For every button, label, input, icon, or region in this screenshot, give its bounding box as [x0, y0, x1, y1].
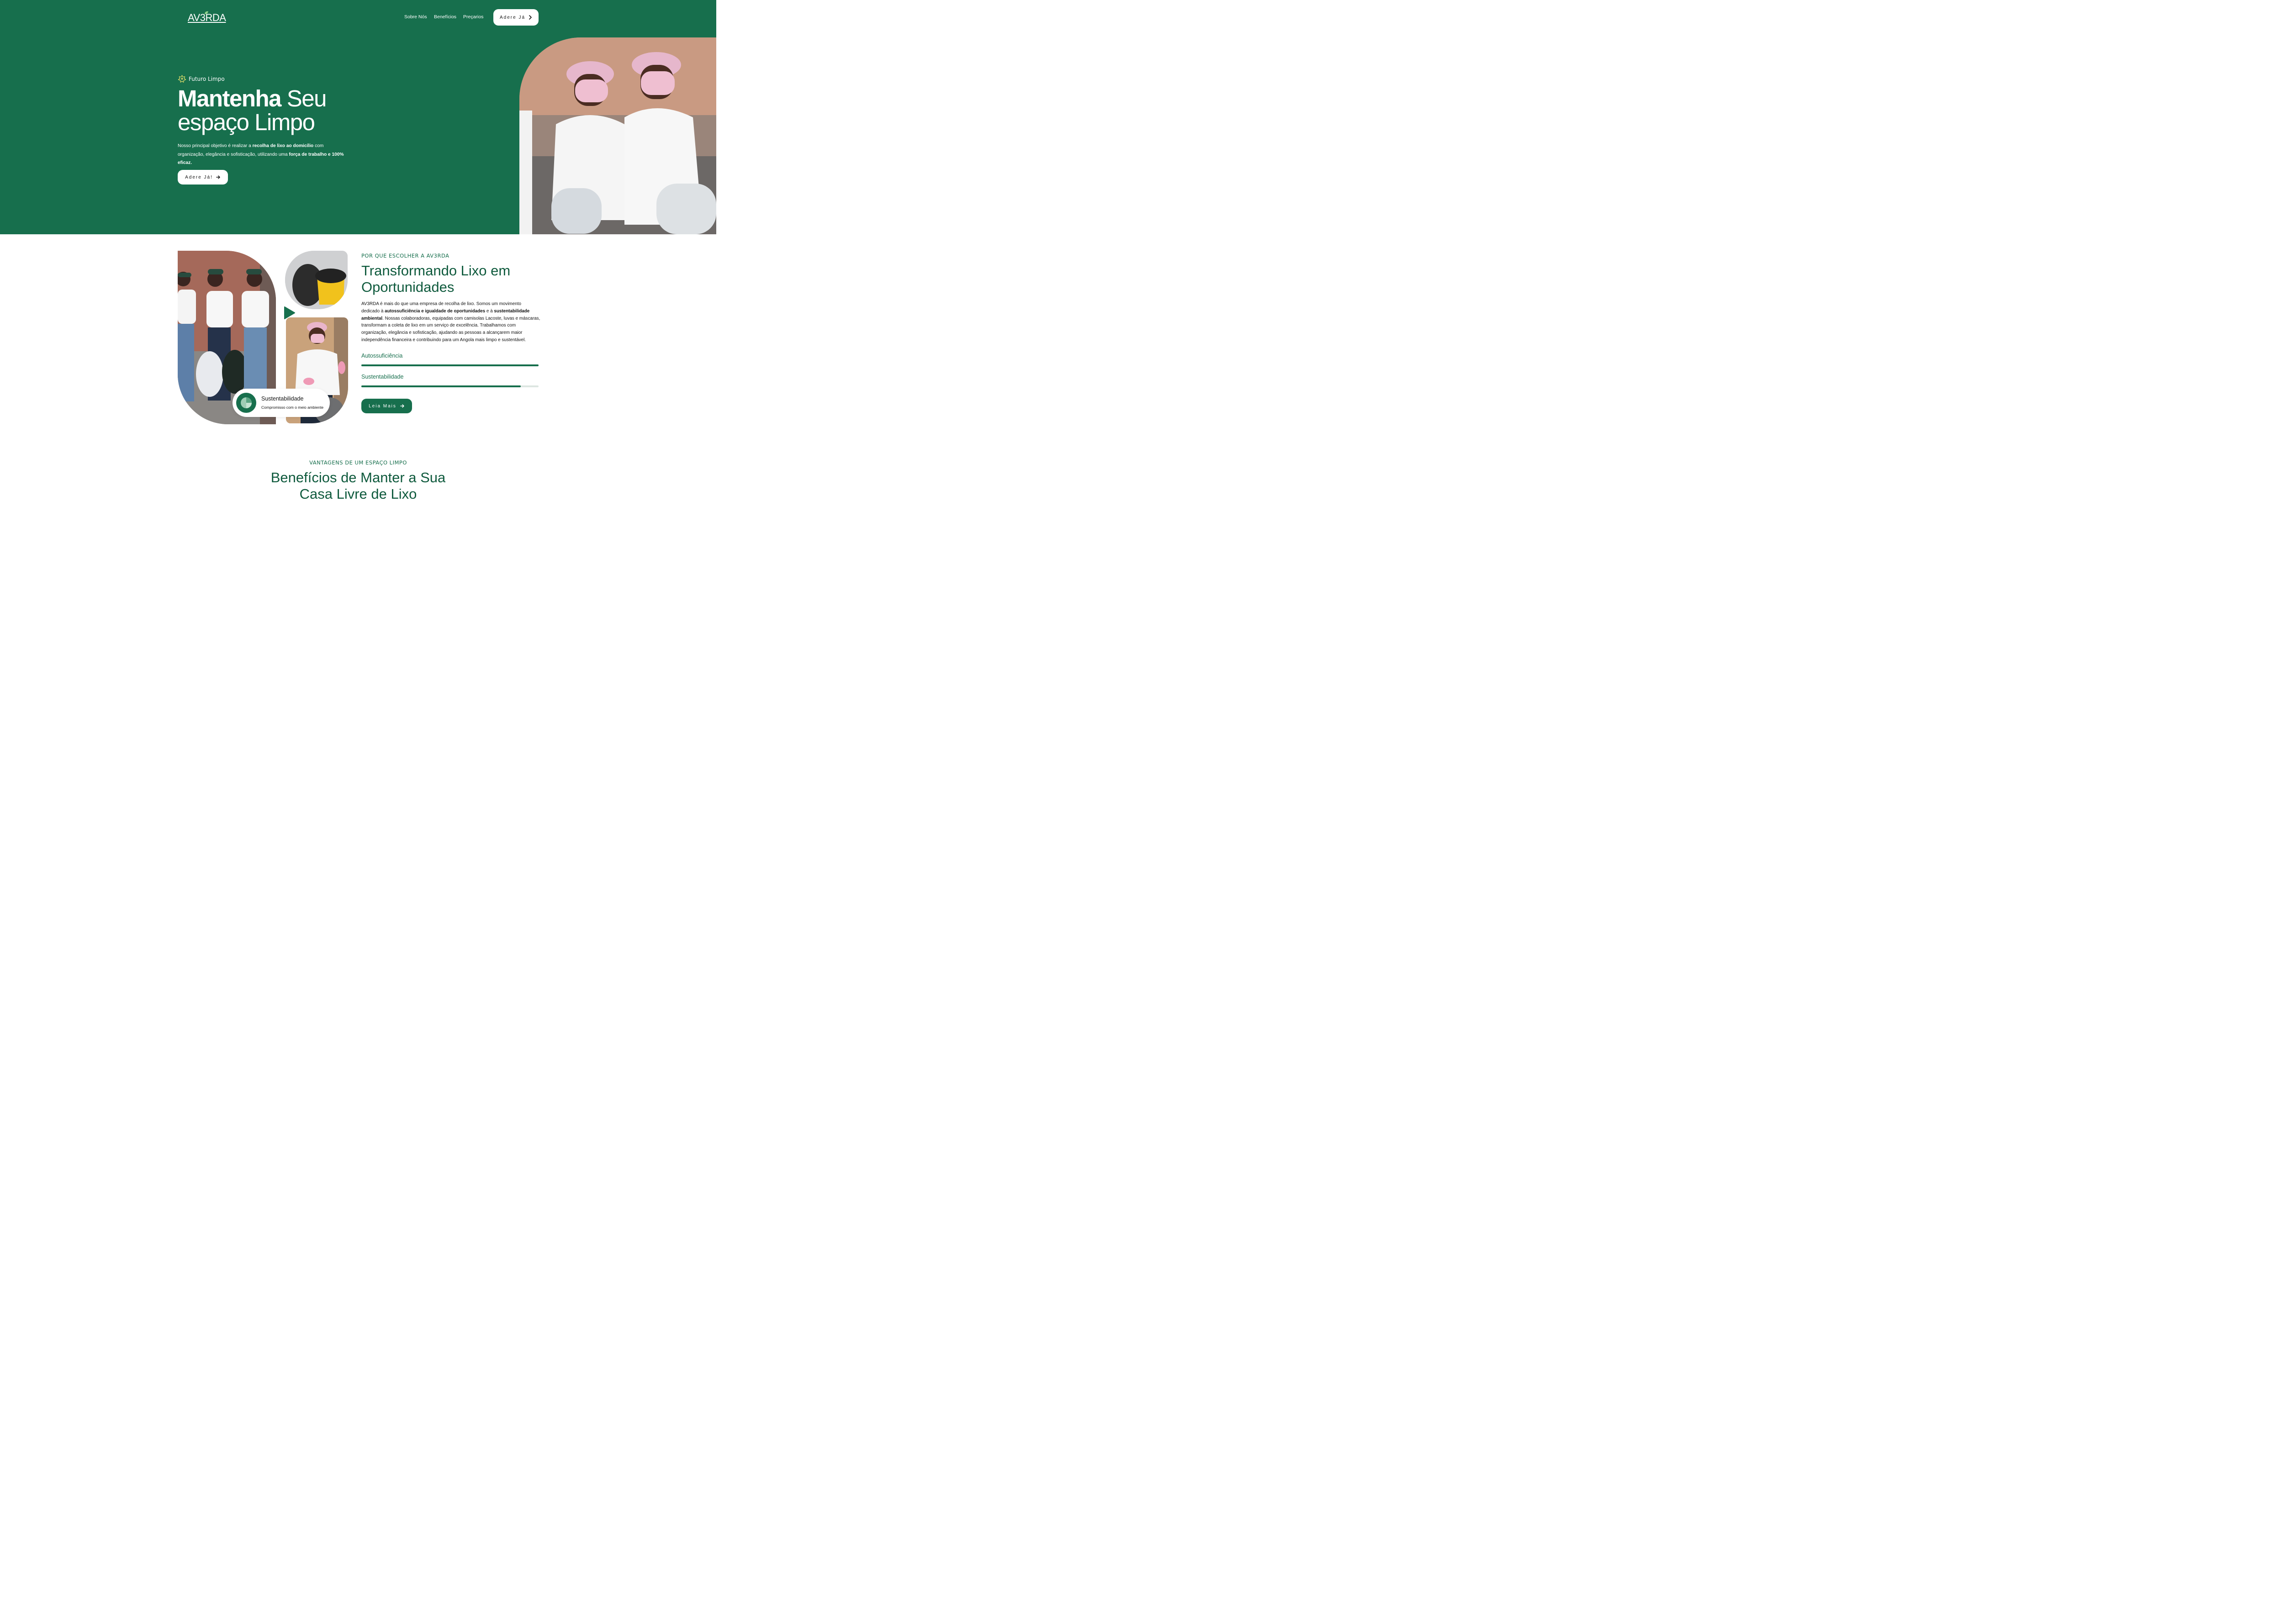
hero-photo-illustration [519, 37, 716, 234]
hero-eyebrow: Futuro Limpo [178, 74, 225, 83]
read-more-label: Leia Mais [369, 403, 397, 409]
leaf-icon [205, 11, 208, 14]
badge-subtitle: Compromisso com o meio ambiente [261, 405, 324, 410]
hero-cta-label: Adere Já! [185, 174, 213, 180]
arrow-right-icon [400, 404, 404, 408]
hero-text-bold: recolha de lixo ao domicílio [252, 143, 314, 148]
hero-title-line2: espaço Limpo [178, 109, 315, 135]
progress-fill-sustentabilidade [361, 385, 521, 387]
about-title-line1: Transformando Lixo em [361, 263, 511, 279]
progress-track-sustentabilidade [361, 385, 539, 387]
nav-beneficios[interactable]: Benefícios [434, 14, 456, 20]
nav-precarios[interactable]: Preçarios [463, 14, 483, 20]
hero-title: Mantenha Seu espaço Limpo [178, 85, 327, 135]
sparkle-badge-icon [178, 75, 186, 83]
about-text-bold: autossuficiência e igualdade de oportuni… [385, 308, 486, 314]
benefits-title: Benefícios de Manter a Sua Casa Livre de… [0, 469, 716, 502]
progress-label-autossuficiencia: Autossuficiência [361, 353, 403, 359]
hero-eyebrow-text: Futuro Limpo [189, 75, 225, 82]
badge-title: Sustentabilidade [261, 395, 304, 402]
about-text-part: . Nossas colaboradoras, equipadas com ca… [361, 316, 540, 343]
sustainability-badge: Sustentabilidade Compromisso com o meio … [233, 389, 330, 417]
logo[interactable]: AV3RDA [188, 10, 226, 26]
trash-bags-illustration [285, 251, 348, 309]
about-eyebrow: POR QUE ESCOLHER A AV3RDA [361, 253, 449, 259]
about-title: Transformando Lixo em Oportunidades [361, 263, 510, 295]
progress-track-autossuficiencia [361, 364, 539, 366]
progress-label-sustentabilidade: Sustentabilidade [361, 374, 404, 380]
chevron-right-icon [529, 15, 532, 20]
about-title-line2: Oportunidades [361, 279, 455, 295]
about-text-part: e à [485, 308, 494, 314]
benefits-title-line1: Benefícios de Manter a Sua [270, 469, 446, 485]
hero-photo [519, 37, 716, 234]
benefits-eyebrow: VANTAGENS DE UM ESPAÇO LIMPO [309, 459, 407, 466]
hero-title-bold: Mantenha [178, 85, 282, 111]
header-cta-button[interactable]: Adere Já [493, 9, 539, 26]
hero-title-rest: Seu [286, 85, 327, 111]
pie-chart-icon [241, 397, 252, 408]
benefits-title-line2: Casa Livre de Lixo [299, 486, 417, 502]
hero-description: Nosso principal objetivo é realizar a re… [178, 142, 351, 168]
hero-text-part: Nosso principal objetivo é realizar a [178, 143, 253, 148]
hero-cta-button[interactable]: Adere Já! [178, 170, 228, 185]
badge-icon-circle [236, 393, 256, 413]
progress-fill-autossuficiencia [361, 364, 539, 366]
about-description: AV3RDA é mais do que uma empresa de reco… [361, 301, 540, 344]
trash-bags-photo [285, 251, 348, 309]
arrow-right-icon [216, 175, 220, 179]
header-cta-label: Adere Já [499, 15, 526, 20]
nav-sobre-nos[interactable]: Sobre Nós [404, 14, 427, 20]
read-more-button[interactable]: Leia Mais [361, 399, 412, 413]
